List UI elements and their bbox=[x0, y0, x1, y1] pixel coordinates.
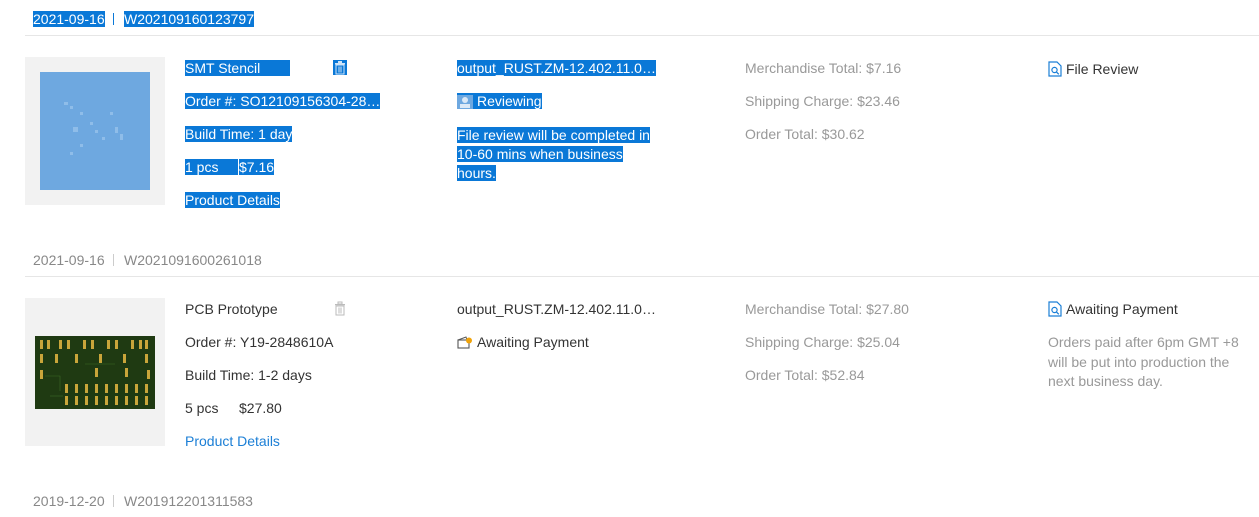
action-label: Awaiting Payment bbox=[1066, 301, 1178, 317]
awaiting-payment-action[interactable]: Awaiting Payment bbox=[1048, 301, 1178, 317]
product-details-link[interactable]: Product Details bbox=[185, 433, 280, 449]
product-thumbnail[interactable] bbox=[25, 57, 165, 205]
order-status: Awaiting Payment bbox=[457, 334, 589, 350]
order-number[interactable]: W201912201311583 bbox=[124, 493, 253, 509]
file-search-icon bbox=[1048, 301, 1062, 317]
divider bbox=[113, 495, 114, 507]
status-label: Awaiting Payment bbox=[477, 334, 589, 350]
file-name[interactable]: output_RUST.ZM-12.402.11.0… bbox=[457, 60, 656, 76]
product-thumbnail[interactable] bbox=[25, 298, 165, 446]
order-header: 2021-09-16 W2021091600261018 bbox=[25, 241, 1259, 277]
product-name: SMT Stencil bbox=[185, 60, 291, 76]
status-note: File review will be completed in 10-60 m… bbox=[457, 127, 650, 181]
build-time: Build Time: 1-2 days bbox=[185, 367, 312, 383]
price: $7.16 bbox=[239, 159, 275, 175]
reviewing-icon bbox=[457, 95, 473, 109]
merchandise-total: Merchandise Total: $7.16 bbox=[745, 60, 902, 76]
order-date: 2021-09-16 bbox=[33, 11, 105, 27]
product-name: PCB Prototype bbox=[185, 301, 278, 317]
merchandise-total: Merchandise Total: $27.80 bbox=[745, 301, 909, 317]
divider bbox=[113, 13, 114, 25]
divider bbox=[113, 254, 114, 266]
status-label: Reviewing bbox=[477, 93, 542, 109]
shipping-charge: Shipping Charge: $25.04 bbox=[745, 334, 900, 350]
trash-icon[interactable] bbox=[333, 60, 347, 75]
order-number[interactable]: W202109160123797 bbox=[124, 11, 255, 27]
action-label: File Review bbox=[1066, 61, 1139, 77]
order-date: 2021-09-16 bbox=[33, 252, 105, 268]
order-header: 2021-09-16 W202109160123797 bbox=[25, 0, 1259, 36]
pcb-image bbox=[35, 336, 155, 409]
order-id: Order #: SO12109156304-28… bbox=[185, 93, 381, 109]
file-search-icon bbox=[1048, 61, 1062, 77]
order-number[interactable]: W2021091600261018 bbox=[124, 252, 262, 268]
shipping-charge: Shipping Charge: $23.46 bbox=[745, 93, 900, 109]
quantity: 5 pcs bbox=[185, 400, 219, 416]
order-status: Reviewing bbox=[457, 93, 542, 109]
order-id: Order #: Y19-2848610A bbox=[185, 334, 334, 350]
order-total: Order Total: $52.84 bbox=[745, 367, 865, 383]
file-name[interactable]: output_RUST.ZM-12.402.11.0… bbox=[457, 301, 656, 317]
stencil-image bbox=[40, 72, 150, 190]
build-time: Build Time: 1 day bbox=[185, 126, 293, 142]
product-details-link[interactable]: Product Details bbox=[185, 192, 280, 208]
wallet-icon bbox=[457, 336, 472, 349]
order-header: 2019-12-20 W201912201311583 bbox=[25, 482, 1259, 517]
quantity: 1 pcs bbox=[185, 159, 239, 175]
order-date: 2019-12-20 bbox=[33, 493, 105, 509]
trash-icon[interactable] bbox=[333, 301, 347, 316]
file-review-action[interactable]: File Review bbox=[1048, 61, 1138, 77]
order-total: Order Total: $30.62 bbox=[745, 126, 865, 142]
price: $27.80 bbox=[239, 400, 282, 416]
payment-note: Orders paid after 6pm GMT +8 will be put… bbox=[1048, 334, 1239, 389]
